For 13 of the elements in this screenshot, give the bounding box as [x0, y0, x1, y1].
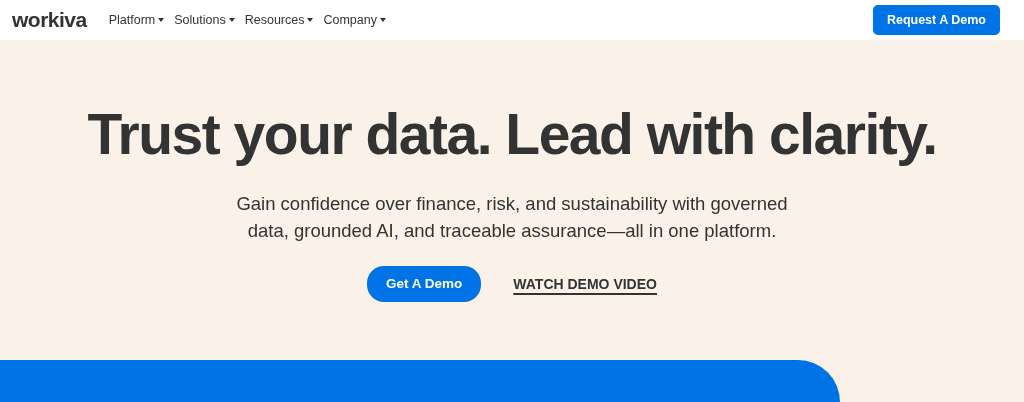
nav-menu-item[interactable]: Resources	[244, 10, 314, 30]
nav-menu-item[interactable]: Platform	[108, 10, 165, 30]
nav-menu-item[interactable]: Solutions	[174, 10, 235, 30]
caret-icon	[228, 18, 235, 22]
caret-icon	[379, 18, 386, 22]
get-demo-button[interactable]: Get A Demo	[367, 266, 482, 303]
request-demo-button[interactable]: Request A Demo	[872, 4, 1000, 36]
caret-icon	[158, 18, 165, 22]
logo[interactable]: workiva	[12, 4, 87, 36]
watch-video-link[interactable]: WATCH DEMO VIDEO	[513, 273, 657, 295]
nav-menu-item[interactable]: Company	[323, 10, 386, 30]
caret-icon	[307, 18, 314, 22]
hero-subheading: Gain confidence over finance, risk, and sustainability with governed data, grounded AI, and traceable assurance—all in one platform.	[235, 192, 789, 243]
